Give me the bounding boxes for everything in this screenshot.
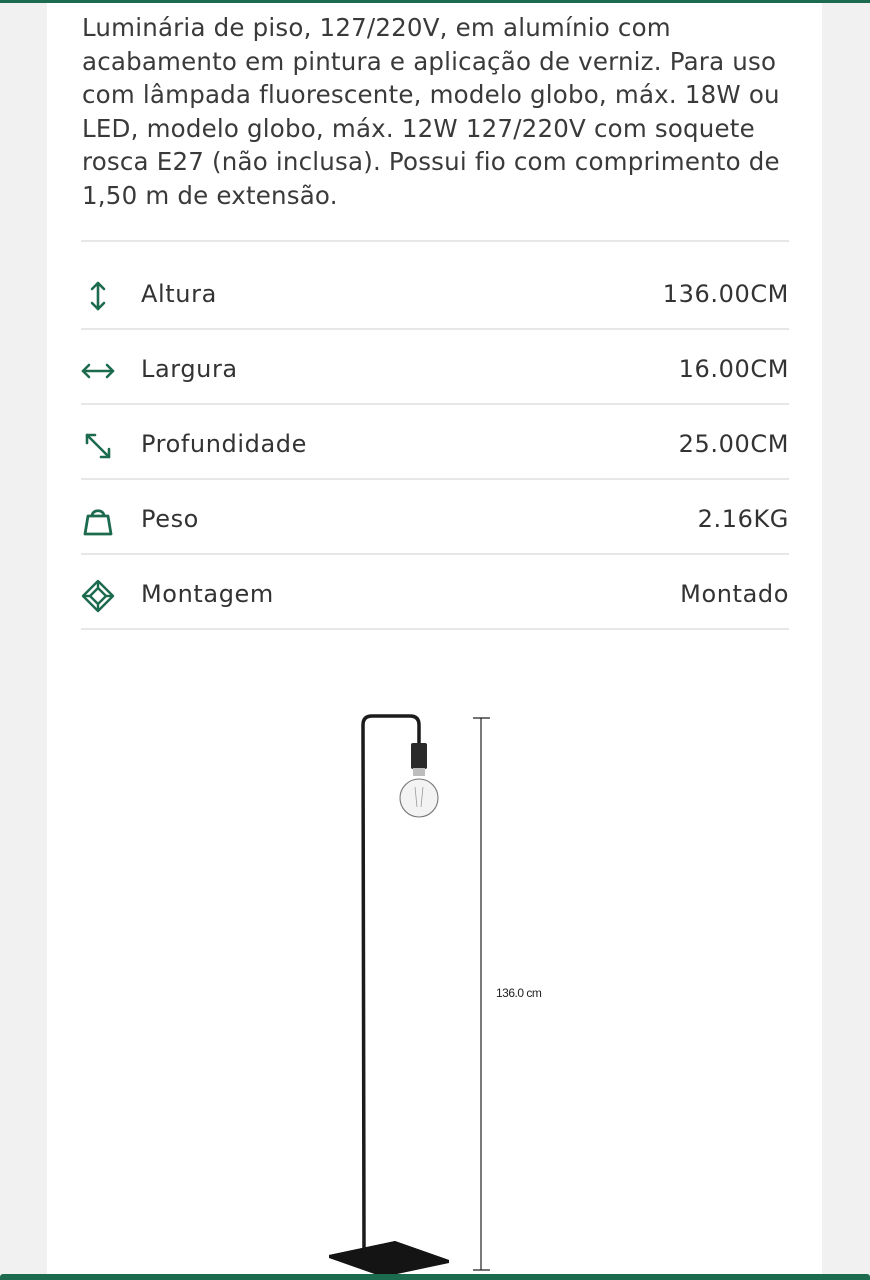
floor-lamp-illustration bbox=[329, 714, 490, 1274]
product-details-card: Luminária de piso, 127/220V, em alumínio… bbox=[47, 3, 822, 1274]
height-dimension-label: 136.0 cm bbox=[496, 986, 542, 1000]
bottom-accent-bar bbox=[0, 1274, 870, 1280]
